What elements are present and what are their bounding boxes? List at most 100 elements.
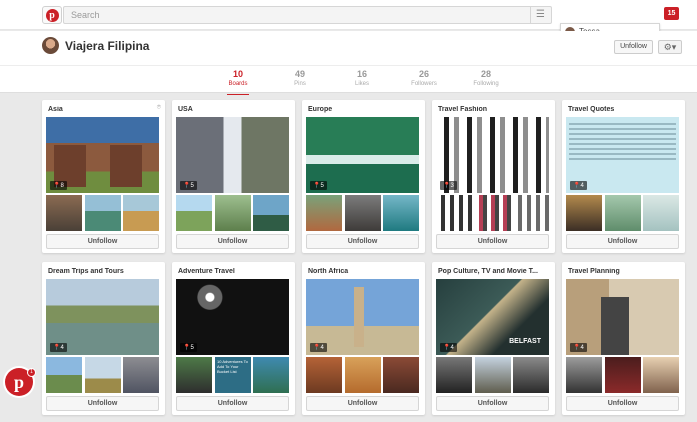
board-thumbnail[interactable] — [85, 357, 121, 393]
board-thumbnail[interactable] — [436, 357, 472, 393]
board-cover-image[interactable]: 📍5 — [176, 117, 289, 193]
board-cover-image[interactable]: 📍5 — [176, 279, 289, 355]
pin-count-badge: 📍4 — [440, 343, 457, 352]
board-title: Dream Trips and Tours — [48, 268, 124, 275]
board-cover-image[interactable]: 📍5 — [306, 117, 419, 193]
board-thumbnail[interactable] — [253, 357, 289, 393]
board-title: Pop Culture, TV and Movie T... — [438, 268, 538, 275]
board-title: Asia — [48, 106, 63, 113]
floating-notification-badge: 1 — [27, 368, 36, 377]
stat-likes[interactable]: 16 Likes — [337, 69, 387, 88]
board-thumbnail[interactable] — [643, 357, 679, 393]
board-cover-image[interactable]: 📍4 — [46, 279, 159, 355]
profile-avatar — [42, 37, 59, 54]
board-thumbnail[interactable] — [383, 195, 419, 231]
board-thumbnail[interactable] — [345, 195, 381, 231]
profile-stats-bar: 10 Boards 49 Pins 16 Likes 26 Followers 28 Fo… — [0, 65, 697, 95]
board-asia[interactable]: Asia ⌾ 📍8 Unfollow — [42, 100, 165, 253]
unfollow-board-button[interactable]: Unfollow — [176, 234, 289, 249]
board-pop-culture[interactable]: Pop Culture, TV and Movie T... BELFAST 📍… — [432, 262, 555, 415]
board-thumbnail[interactable] — [176, 195, 212, 231]
pin-count-badge: 📍8 — [50, 181, 67, 190]
stat-following[interactable]: 28 Following — [461, 69, 511, 88]
board-travel-fashion[interactable]: Travel Fashion 📍3 Unfollow — [432, 100, 555, 253]
cover-caption: BELFAST — [509, 338, 541, 345]
board-cover-image[interactable]: 📍4 — [566, 279, 679, 355]
board-europe[interactable]: Europe 📍5 Unfollow — [302, 100, 425, 253]
pin-count-badge: 📍4 — [570, 343, 587, 352]
unfollow-profile-button[interactable]: Unfollow — [614, 40, 653, 54]
stat-followers[interactable]: 26 Followers — [399, 69, 449, 88]
board-title: USA — [178, 106, 193, 113]
pin-count-badge: 📍5 — [180, 181, 197, 190]
board-cover-image[interactable]: 📍3 — [436, 117, 549, 193]
stat-boards[interactable]: 10 Boards — [213, 69, 263, 95]
board-thumbnail[interactable] — [176, 357, 212, 393]
pin-count-badge: 📍4 — [310, 343, 327, 352]
board-thumbnail[interactable] — [123, 357, 159, 393]
board-thumbnail[interactable]: 10 Adventures To Add To Your Bucket List — [215, 357, 251, 393]
menu-icon[interactable]: ☰ — [530, 7, 550, 23]
board-thumbnail[interactable] — [85, 195, 121, 231]
pinterest-logo-button[interactable]: p — [42, 6, 62, 24]
board-title: Travel Fashion — [438, 106, 488, 113]
unfollow-board-button[interactable]: Unfollow — [46, 396, 159, 411]
board-thumbnail[interactable] — [513, 357, 549, 393]
board-cover-image[interactable]: 📍8 — [46, 117, 159, 193]
top-navigation: p Search ☰ 15 Tessa — [0, 0, 697, 40]
unfollow-board-button[interactable]: Unfollow — [306, 234, 419, 249]
pinterest-logo-icon: p — [45, 8, 59, 22]
pin-count-badge: 📍5 — [180, 343, 197, 352]
stat-pins[interactable]: 49 Pins — [275, 69, 325, 88]
notifications-badge[interactable]: 15 — [664, 7, 679, 20]
board-thumbnail[interactable] — [605, 357, 641, 393]
board-dream-trips[interactable]: Dream Trips and Tours 📍4 Unfollow — [42, 262, 165, 415]
board-cover-image[interactable]: 📍4 — [566, 117, 679, 193]
profile-header: Viajera Filipina Unfollow ⚙▾ — [0, 31, 697, 65]
board-thumbnail[interactable] — [566, 195, 602, 231]
board-thumbnail[interactable] — [215, 195, 251, 231]
unfollow-board-button[interactable]: Unfollow — [566, 396, 679, 411]
board-north-africa[interactable]: North Africa 📍4 Unfollow — [302, 262, 425, 415]
board-title: Europe — [308, 106, 333, 113]
board-thumbnail[interactable] — [123, 195, 159, 231]
board-thumbnail[interactable] — [46, 195, 82, 231]
board-title: Adventure Travel — [178, 268, 235, 275]
board-travel-planning[interactable]: Travel Planning 📍4 Unfollow — [562, 262, 685, 415]
board-thumbnail[interactable] — [306, 195, 342, 231]
board-thumbnail[interactable] — [383, 357, 419, 393]
board-thumbnail[interactable] — [643, 195, 679, 231]
unfollow-board-button[interactable]: Unfollow — [566, 234, 679, 249]
pin-count-badge: 📍3 — [440, 181, 457, 190]
board-title: Travel Quotes — [568, 106, 615, 113]
unfollow-board-button[interactable]: Unfollow — [306, 396, 419, 411]
board-title: North Africa — [308, 268, 349, 275]
board-thumbnail[interactable] — [306, 357, 342, 393]
board-travel-quotes[interactable]: Travel Quotes 📍4 Unfollow — [562, 100, 685, 253]
board-cover-image[interactable]: 📍4 — [306, 279, 419, 355]
board-adventure-travel[interactable]: Adventure Travel 📍5 10 Adventures To Add… — [172, 262, 295, 415]
board-thumbnail[interactable] — [436, 195, 472, 231]
board-title: Travel Planning — [568, 268, 620, 275]
board-thumbnail-caption: 10 Adventures To Add To Your Bucket List — [217, 359, 248, 374]
board-thumbnail[interactable] — [253, 195, 289, 231]
board-cover-image[interactable]: BELFAST 📍4 — [436, 279, 549, 355]
pin-count-badge: 📍4 — [50, 343, 67, 352]
unfollow-board-button[interactable]: Unfollow — [176, 396, 289, 411]
pin-count-badge: 📍4 — [570, 181, 587, 190]
board-thumbnail[interactable] — [605, 195, 641, 231]
board-thumbnail[interactable] — [513, 195, 549, 231]
board-thumbnail[interactable] — [46, 357, 82, 393]
search-input[interactable]: Search — [63, 6, 552, 24]
unfollow-board-button[interactable]: Unfollow — [436, 396, 549, 411]
unfollow-board-button[interactable]: Unfollow — [46, 234, 159, 249]
settings-gear-icon[interactable]: ⚙▾ — [658, 40, 682, 54]
board-thumbnail[interactable] — [566, 357, 602, 393]
board-thumbnail[interactable] — [475, 357, 511, 393]
pin-count-badge: 📍5 — [310, 181, 327, 190]
board-usa[interactable]: USA 📍5 Unfollow — [172, 100, 295, 253]
unfollow-board-button[interactable]: Unfollow — [436, 234, 549, 249]
board-thumbnail[interactable] — [475, 195, 511, 231]
profile-name: Viajera Filipina — [65, 39, 150, 53]
board-thumbnail[interactable] — [345, 357, 381, 393]
